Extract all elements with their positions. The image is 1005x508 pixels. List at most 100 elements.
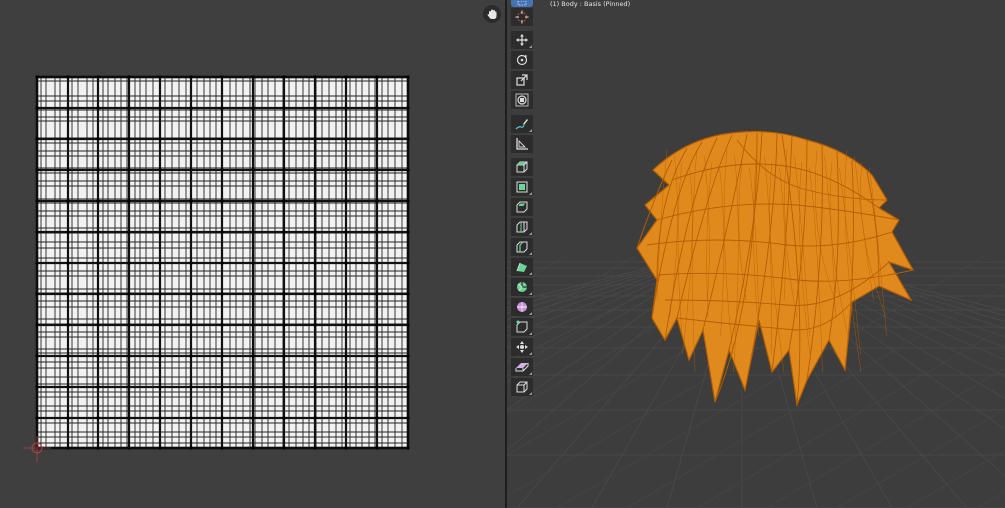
uv-vertex [375,168,379,172]
uv-vertex [127,354,131,358]
object-info-text: (1) Body : Basis (Pinned) [550,0,631,8]
uv-vertex [35,385,39,389]
uv-vertex [66,168,70,172]
uv-vertex [96,292,100,296]
uv-vertex [127,292,131,296]
uv-vertex [282,385,286,389]
uv-vertex [251,168,255,172]
uv-vertex [344,168,348,172]
uv-vertex [158,75,162,79]
uv-vertex [282,137,286,141]
uv-vertex [220,385,224,389]
uv-vertex [344,230,348,234]
uv-vertex [66,75,70,79]
uv-vertex [96,199,100,203]
uv-vertex [282,261,286,265]
inset-faces-icon[interactable] [511,198,533,216]
uv-vertex [189,137,193,141]
uv-vertex [158,106,162,110]
uv-vertex [251,230,255,234]
uv-vertex [375,446,379,450]
hand-pan-icon[interactable] [483,5,501,23]
uv-vertex [282,168,286,172]
uv-vertex [66,106,70,110]
uv-vertex [66,292,70,296]
uv-editor-area[interactable] [0,0,505,508]
uv-vertex [35,199,39,203]
uv-vertex [251,446,255,450]
uv-vertex [220,75,224,79]
uv-vertex [66,323,70,327]
uv-canvas[interactable] [0,0,505,508]
transform-icon[interactable] [511,91,533,109]
uv-vertex [375,385,379,389]
3d-viewport[interactable]: (1) Body : Basis (Pinned) [507,0,1005,508]
uv-vertex [35,137,39,141]
uv-vertex [251,416,255,420]
uv-vertex [127,168,131,172]
uv-vertex [96,323,100,327]
edge-slide-icon[interactable] [511,338,533,356]
uv-vertex [66,354,70,358]
annotate-icon[interactable] [511,115,533,133]
uv-vertex [344,416,348,420]
uv-vertex [35,168,39,172]
uv-vertex [282,416,286,420]
uv-vertex [313,385,317,389]
uv-vertex [375,354,379,358]
uv-vertex [66,416,70,420]
uv-vertex [282,323,286,327]
uv-vertex [127,385,131,389]
uv-vertex [344,292,348,296]
scale-icon[interactable] [511,71,533,89]
uv-vertex [251,137,255,141]
knife-icon[interactable] [511,258,533,276]
uv-vertex [35,106,39,110]
poly-build-icon[interactable] [511,278,533,296]
uv-vertex [344,323,348,327]
cursor-icon[interactable] [511,8,533,26]
select-box-icon[interactable] [511,0,533,7]
add-cube-icon[interactable] [511,158,533,176]
uv-vertex [189,292,193,296]
uv-vertex [313,199,317,203]
uv-vertex [251,106,255,110]
uv-vertex [189,446,193,450]
uv-vertex [158,354,162,358]
rotate-icon[interactable] [511,51,533,69]
uv-vertex [344,137,348,141]
uv-vertex [313,354,317,358]
uv-vertex [127,75,131,79]
uv-vertex [220,354,224,358]
uv-vertex [189,168,193,172]
uv-vertex [313,230,317,234]
uv-vertex [313,446,317,450]
uv-vertex [344,261,348,265]
uv-vertex [313,75,317,79]
bevel-icon[interactable] [511,218,533,236]
shear-icon[interactable] [511,378,533,396]
uv-vertex [282,446,286,450]
uv-vertex [344,385,348,389]
viewport-canvas[interactable] [507,0,1005,508]
uv-vertex [220,261,224,265]
uv-vertex [127,446,131,450]
loop-cut-icon[interactable] [511,238,533,256]
uv-vertex [313,168,317,172]
uv-vertex [313,416,317,420]
uv-vertex [220,230,224,234]
shrink-fatten-icon[interactable] [511,358,533,376]
move-icon[interactable] [511,31,533,49]
uv-vertex [344,75,348,79]
uv-vertex [406,446,410,450]
spin-icon[interactable] [511,298,533,316]
measure-icon[interactable] [511,135,533,153]
smooth-icon[interactable] [511,318,533,336]
uv-vertex [189,385,193,389]
uv-vertex [344,199,348,203]
uv-vertex [282,106,286,110]
uv-vertex [96,385,100,389]
uv-vertex [127,199,131,203]
uv-vertex [251,323,255,327]
extrude-region-icon[interactable] [511,178,533,196]
